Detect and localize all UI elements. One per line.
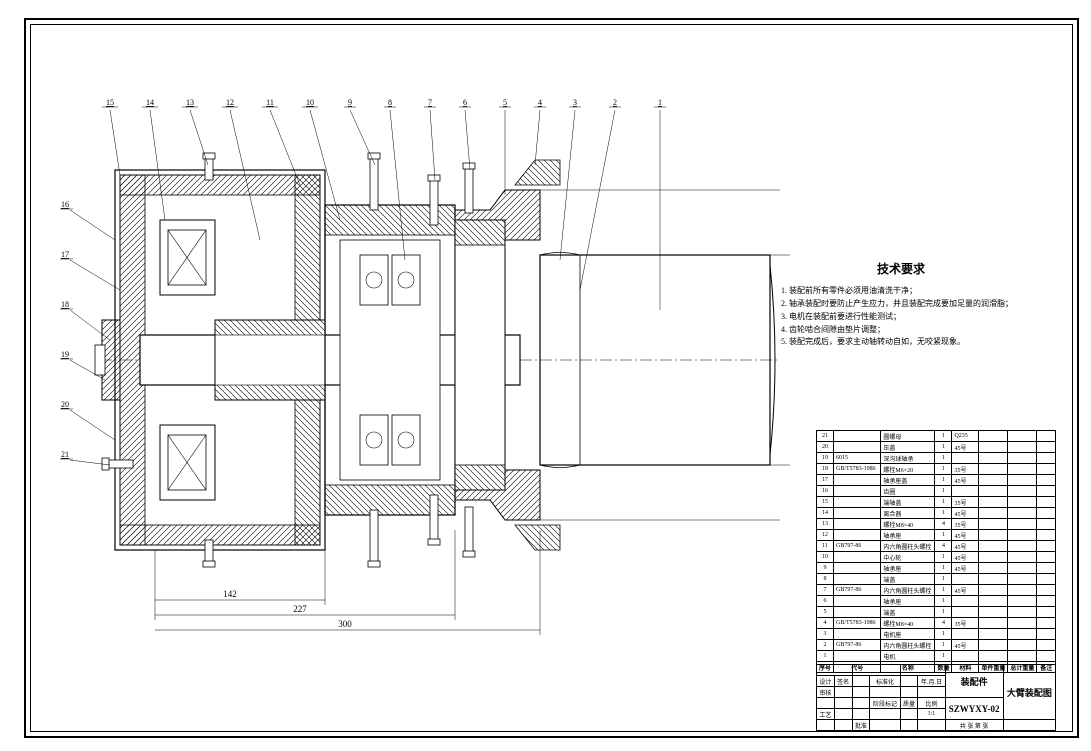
drawing-no: SZWYXY-02 bbox=[945, 698, 1003, 720]
table-row: 10中心轮145号 bbox=[817, 552, 1056, 563]
tech-item: 2. 轴承装配时要防止产生应力，并且装配完成要加足量的润滑脂； bbox=[781, 298, 1021, 311]
tech-item: 1. 装配前所有零件必须用油清洗干净； bbox=[781, 285, 1021, 298]
table-row: 1电机1 bbox=[817, 651, 1056, 662]
tech-item: 3. 电机在装配前要进行性能测试； bbox=[781, 311, 1021, 324]
table-row: 20压盖145号 bbox=[817, 442, 1056, 453]
tech-title: 技术要求 bbox=[781, 260, 1021, 279]
table-row: 8端盖1 bbox=[817, 574, 1056, 585]
assembly-drawing: 142 227 300 bbox=[60, 90, 790, 650]
tech-requirements: 技术要求 1. 装配前所有零件必须用油清洗干净； 2. 轴承装配时要防止产生应力… bbox=[781, 260, 1021, 349]
bom-table: 21圆螺母1Q23520压盖145号196015深沟球轴承118GB/T5783… bbox=[816, 430, 1056, 673]
part-type: 装配件 bbox=[945, 665, 1003, 698]
table-row: 17轴承座盖145号 bbox=[817, 475, 1056, 486]
table-row: 7GB797-86内六角圆柱头螺栓145号 bbox=[817, 585, 1056, 596]
dim-2: 227 bbox=[293, 604, 307, 614]
table-row: 2GB797-86内六角圆柱头螺栓145号 bbox=[817, 640, 1056, 651]
dim-1: 142 bbox=[223, 589, 237, 599]
table-row: 13螺栓M8×40435号 bbox=[817, 519, 1056, 530]
table-row: 14离合器145号 bbox=[817, 508, 1056, 519]
table-row: 21圆螺母1Q235 bbox=[817, 431, 1056, 442]
table-row: 9轴承座145号 bbox=[817, 563, 1056, 574]
table-row: 5端盖1 bbox=[817, 607, 1056, 618]
tech-item: 5. 装配完成后，要求主动轴转动自如，无咬紧现象。 bbox=[781, 336, 1021, 349]
drawing-svg: 142 227 300 bbox=[60, 90, 790, 650]
table-row: 12轴承座145号 bbox=[817, 530, 1056, 541]
table-row: 3电机座1 bbox=[817, 629, 1056, 640]
table-row: 16齿圈1 bbox=[817, 486, 1056, 497]
table-row: 6轴承座1 bbox=[817, 596, 1056, 607]
title-block: 装配件 大臂装配图 设计签名 标准化年.月.日 审核 阶段标记 质量 比例 SZ… bbox=[816, 664, 1056, 731]
table-row: 18GB/T5783-1986螺栓M6×20135号 bbox=[817, 464, 1056, 475]
tech-item: 4. 齿轮啮合间隙由垫片调整； bbox=[781, 324, 1021, 337]
table-row: 15端轴盖135号 bbox=[817, 497, 1056, 508]
drawing-name: 大臂装配图 bbox=[1003, 665, 1055, 720]
table-row: 196015深沟球轴承1 bbox=[817, 453, 1056, 464]
table-row: 4GB/T5783-1986螺栓M8×40435号 bbox=[817, 618, 1056, 629]
dim-3: 300 bbox=[338, 619, 352, 629]
table-row: 11GB797-86内六角圆柱头螺栓445号 bbox=[817, 541, 1056, 552]
